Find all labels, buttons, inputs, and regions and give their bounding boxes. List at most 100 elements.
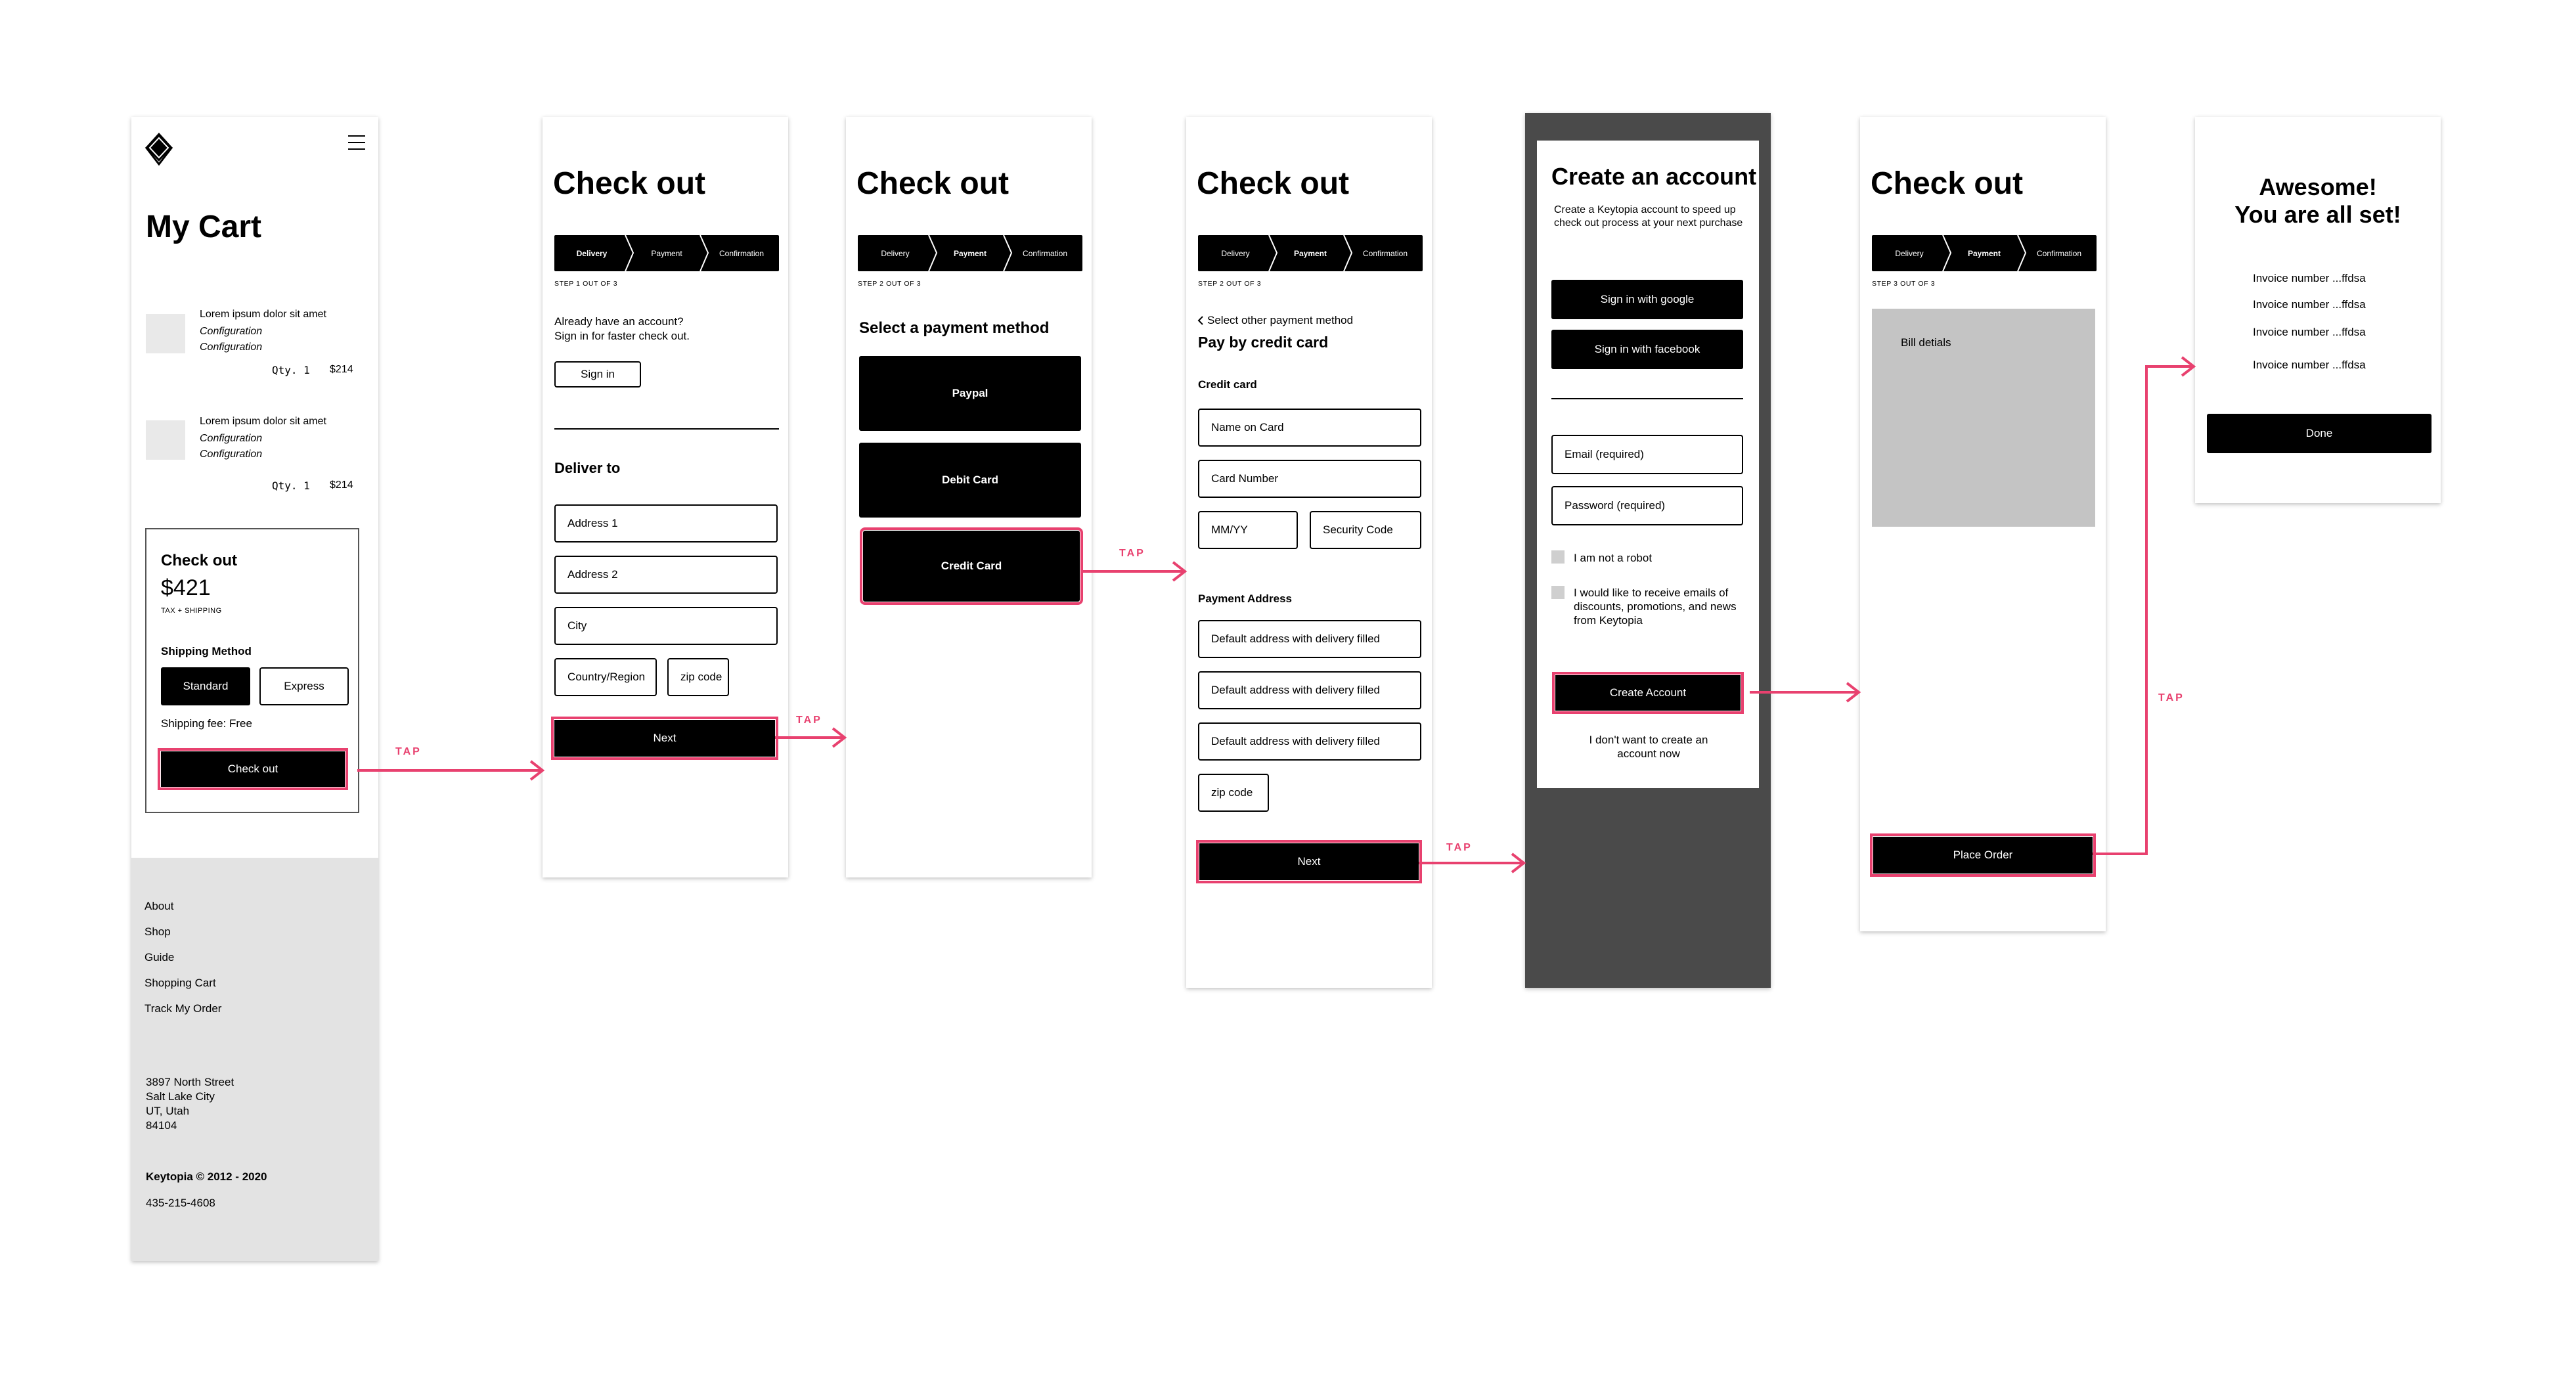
arrow-head — [2181, 356, 2196, 377]
zip-field[interactable]: zip code — [1198, 774, 1269, 812]
bill-details-label: Bill detials — [1901, 336, 1951, 349]
shipping-fee: Shipping fee: Free — [161, 717, 252, 730]
payment-address-field[interactable]: Default address with delivery filled — [1198, 722, 1421, 761]
item-qty: Qty. 1 — [272, 479, 310, 492]
dialog-description: Create a Keytopia account to speed up ch… — [1554, 204, 1743, 229]
step-confirmation: Confirmation — [719, 248, 765, 258]
paypal-option[interactable]: Paypal — [859, 356, 1081, 431]
footer-link-shop[interactable]: Shop — [144, 925, 171, 939]
city-field[interactable]: City — [554, 607, 778, 645]
create-account-button[interactable]: Create Account — [1552, 672, 1744, 714]
done-button[interactable]: Done — [2207, 414, 2432, 453]
confirmation-screen: Awesome! You are all set! Invoice number… — [2195, 117, 2441, 503]
create-account-dialog: Create an account Create a Keytopia acco… — [1537, 141, 1759, 788]
next-button[interactable]: Next — [1196, 840, 1422, 883]
cart-title: My Cart — [146, 210, 262, 244]
arrow-head — [832, 727, 847, 748]
confirmation-title-line: Awesome! — [2259, 173, 2377, 200]
item-price: $214 — [330, 364, 353, 375]
password-field[interactable]: Password (required) — [1551, 486, 1743, 525]
footer-link-track-order[interactable]: Track My Order — [144, 1002, 221, 1015]
credit-card-label: Credit card — [1198, 378, 1257, 391]
divider — [554, 428, 779, 430]
back-link-label: Select other payment method — [1207, 314, 1354, 326]
card-number-field[interactable]: Card Number — [1198, 460, 1421, 498]
country-field[interactable]: Country/Region — [554, 658, 657, 696]
step-payment: Payment — [933, 235, 1013, 271]
email-field[interactable]: Email (required) — [1551, 435, 1743, 474]
payment-address-field[interactable]: Default address with delivery filled — [1198, 671, 1421, 709]
step-payment: Payment — [629, 235, 709, 271]
debit-card-option[interactable]: Debit Card — [859, 443, 1081, 518]
robot-checkbox[interactable] — [1551, 550, 1565, 564]
expiry-field[interactable]: MM/YY — [1198, 511, 1298, 549]
item-qty: Qty. 1 — [272, 364, 310, 376]
step-confirmation: Confirmation — [1362, 248, 1408, 258]
security-code-field[interactable]: Security Code — [1310, 511, 1421, 549]
step-note: STEP 2 OUT OF 3 — [1198, 280, 1262, 288]
step-delivery: Delivery — [1198, 235, 1278, 271]
next-button[interactable]: Next — [551, 717, 778, 760]
facebook-sign-in-button[interactable]: Sign in with facebook — [1551, 330, 1743, 369]
create-account-screen: Create an account Create a Keytopia acco… — [1525, 113, 1771, 988]
step-confirmation: Confirmation — [1022, 248, 1068, 258]
emails-optin-label: I would like to receive emails of discou… — [1574, 587, 1737, 627]
footer-link-shopping-cart[interactable]: Shopping Cart — [144, 977, 216, 990]
page-title: Check out — [1197, 166, 1350, 201]
arrow-head — [529, 760, 545, 781]
express-shipping-button[interactable]: Express — [259, 667, 349, 705]
shipping-method-label: Shipping Method — [161, 645, 252, 657]
credit-card-screen: Check out Delivery Payment Confirmation … — [1186, 117, 1432, 988]
page-title: Check out — [553, 166, 706, 201]
checkout-stepper: Delivery Payment Confirmation — [554, 235, 779, 271]
footer-link-guide[interactable]: Guide — [144, 951, 174, 964]
payment-address-label: Payment Address — [1198, 592, 1292, 605]
arrow-head — [1511, 853, 1526, 874]
address2-field[interactable]: Address 2 — [554, 556, 778, 594]
standard-shipping-button[interactable]: Standard — [161, 667, 250, 705]
address-line: UT, Utah — [146, 1105, 190, 1117]
confirmation-title-line: You are all set! — [2234, 201, 2401, 228]
footer: About Shop Guide Shopping Cart Track My … — [131, 858, 378, 1261]
cart-total: $421 — [161, 575, 211, 600]
step-note: STEP 3 OUT OF 3 — [1872, 280, 1936, 288]
step-note: STEP 1 OUT OF 3 — [554, 280, 618, 288]
address1-field[interactable]: Address 1 — [554, 504, 778, 543]
footer-link-about[interactable]: About — [144, 900, 173, 913]
step-payment: Payment — [1947, 235, 2027, 271]
invoice-number: Invoice number ...ffdsa — [2253, 298, 2366, 311]
copyright: Keytopia © 2012 - 2020 — [146, 1170, 267, 1183]
invoice-number: Invoice number ...ffdsa — [2253, 359, 2366, 371]
name-on-card-field[interactable]: Name on Card — [1198, 409, 1421, 447]
menu-icon[interactable] — [348, 135, 365, 150]
checkout-stepper: Delivery Payment Confirmation — [858, 235, 1082, 271]
item-name: Lorem ipsum dolor sit amet — [200, 309, 326, 320]
step-note: STEP 2 OUT OF 3 — [858, 280, 922, 288]
credit-card-option[interactable]: Credit Card — [860, 527, 1083, 605]
checkout-button[interactable]: Check out — [158, 748, 348, 790]
place-order-button[interactable]: Place Order — [1870, 833, 2096, 877]
tax-note: TAX + SHIPPING — [161, 607, 222, 615]
account-prompt: Sign in for faster check out. — [554, 330, 690, 342]
back-link[interactable]: Select other payment method — [1197, 314, 1353, 327]
zip-field[interactable]: zip code — [667, 658, 729, 696]
logo-icon[interactable] — [144, 131, 173, 169]
page-title: Check out — [856, 166, 1010, 201]
address-line: 84104 — [146, 1119, 177, 1132]
emails-checkbox[interactable] — [1551, 586, 1565, 599]
payment-method-heading: Select a payment method — [859, 319, 1050, 337]
skip-account-link[interactable]: I don't want to create an account now — [1576, 733, 1721, 761]
arrow-head — [1172, 561, 1188, 582]
item-config: Configuration — [200, 433, 263, 444]
step-confirmation: Confirmation — [2036, 248, 2082, 258]
item-config: Configuration — [200, 449, 263, 460]
sign-in-button[interactable]: Sign in — [554, 361, 641, 388]
tap-label: TAP — [395, 746, 422, 757]
google-sign-in-button[interactable]: Sign in with google — [1551, 280, 1743, 319]
item-config: Configuration — [200, 342, 263, 353]
checkout-summary-title: Check out — [161, 552, 238, 569]
credit-card-heading: Pay by credit card — [1198, 334, 1329, 351]
payment-address-field[interactable]: Default address with delivery filled — [1198, 620, 1421, 658]
account-prompt: Already have an account? — [554, 315, 684, 328]
robot-label: I am not a robot — [1574, 552, 1653, 564]
